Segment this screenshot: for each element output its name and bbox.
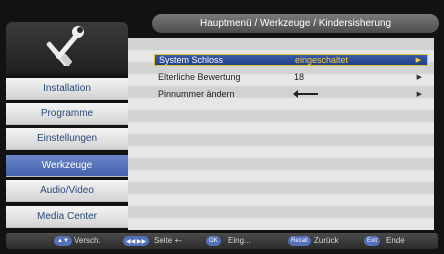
sidebar-item-audio-video[interactable]: Audio/Video: [6, 180, 128, 202]
key-hint-label: Ende: [386, 236, 405, 245]
left-arrow-icon: [293, 90, 318, 98]
key-hint-label: Versch.: [74, 236, 101, 245]
setting-row-change-pin[interactable]: Pinnummer ändern ▶: [154, 88, 428, 100]
setting-row-system-lock[interactable]: System Schloss eingeschaltet ▶: [154, 54, 428, 66]
footer-key-hints: ▲▼ Versch. ◀◀ ▶▶ Seite +- OK Eing... Rec…: [6, 233, 438, 249]
sidebar: Installation Programme Einstellungen Wer…: [6, 22, 128, 230]
setting-row-parental-rating[interactable]: Elterliche Bewertung 18 ▶: [154, 71, 428, 83]
key-hint-label: Eing...: [228, 236, 251, 245]
chevron-right-icon: ▶: [415, 57, 421, 64]
key-hint-label: Zurück: [314, 236, 339, 245]
tools-icon: [44, 25, 90, 71]
up-down-key-icon: ▲▼: [54, 236, 72, 246]
sidebar-item-einstellungen[interactable]: Einstellungen: [6, 128, 128, 150]
page-key-icon: ◀◀ ▶▶: [123, 236, 150, 246]
tv-menu-screen: Installation Programme Einstellungen Wer…: [0, 0, 444, 254]
settings-panel: System Schloss eingeschaltet ▶ Elterlich…: [128, 38, 434, 230]
recall-key-icon: Recall: [288, 236, 311, 246]
setting-label: System Schloss: [159, 55, 224, 65]
sidebar-item-installation[interactable]: Installation: [6, 78, 128, 100]
setting-value: eingeschaltet: [295, 55, 349, 65]
chevron-right-icon: ▶: [416, 91, 422, 98]
ok-key-icon: OK: [206, 236, 221, 246]
setting-label: Elterliche Bewertung: [158, 72, 241, 82]
setting-value: 18: [294, 72, 305, 82]
exit-key-icon: Exit: [364, 236, 381, 246]
chevron-right-icon: ▶: [416, 74, 422, 81]
key-hint-label: Seite +-: [154, 236, 182, 245]
tools-logo: [6, 22, 128, 74]
sidebar-item-programme[interactable]: Programme: [6, 103, 128, 125]
sidebar-item-media-center[interactable]: Media Center: [6, 206, 128, 228]
sidebar-item-werkzeuge[interactable]: Werkzeuge: [6, 155, 128, 177]
setting-label: Pinnummer ändern: [158, 89, 235, 99]
breadcrumb: Hauptmenü / Werkzeuge / Kindersisherung: [152, 14, 439, 33]
